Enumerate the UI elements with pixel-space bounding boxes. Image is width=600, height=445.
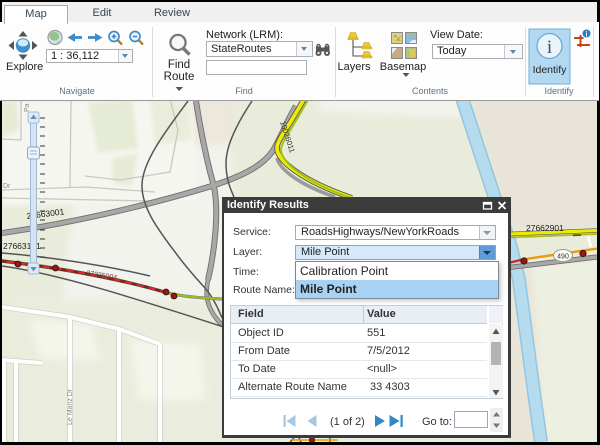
- svg-text:490: 490: [557, 253, 569, 260]
- svg-text:Pa: Pa: [24, 103, 31, 112]
- svg-text:(1 of 2): (1 of 2): [330, 416, 365, 428]
- svg-text:Go to:: Go to:: [422, 416, 452, 428]
- svg-text:i: i: [547, 37, 552, 58]
- svg-text:Dr: Dr: [3, 183, 11, 190]
- svg-text:27662901: 27662901: [526, 223, 564, 233]
- svg-text:i: i: [586, 31, 588, 38]
- svg-text:Le Manz Dr: Le Manz Dr: [67, 388, 74, 425]
